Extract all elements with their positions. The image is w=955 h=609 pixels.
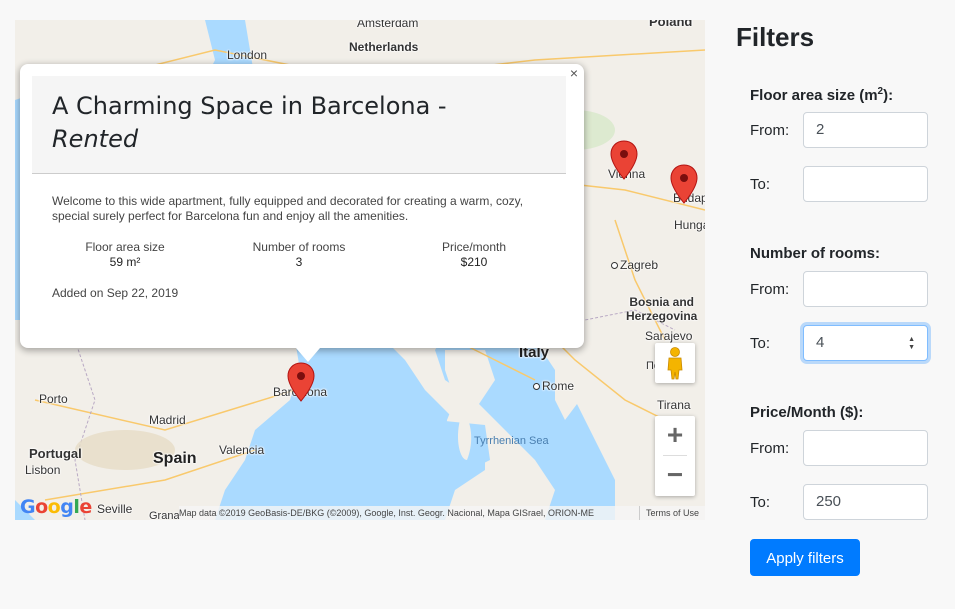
rooms-from-input[interactable] <box>803 271 928 307</box>
label-madrid: Madrid <box>149 413 186 427</box>
rooms-to-input[interactable]: 4 ▲ ▼ <box>803 325 928 361</box>
label-spain: Spain <box>153 450 197 467</box>
stat-value: 59 m² <box>109 255 141 269</box>
label-netherlands: Netherlands <box>349 40 419 54</box>
label-valencia: Valencia <box>219 443 265 457</box>
listing-description: Welcome to this wide apartment, fully eq… <box>52 194 524 223</box>
stat-value: 3 <box>295 255 303 269</box>
label-granada: Grana <box>149 510 180 520</box>
map-pin-budapest[interactable] <box>670 164 698 204</box>
listing-title: A Charming Space in Barcelona - Rented <box>52 90 447 156</box>
map-pin-vienna[interactable] <box>610 140 638 180</box>
label-zagreb: Zagreb <box>611 258 658 272</box>
apply-filters-button[interactable]: Apply filters <box>750 539 860 576</box>
label-bosnia: Bosnia and Herzegovina <box>626 295 698 323</box>
floor-area-to-label: To: <box>750 176 771 193</box>
zoom-control: + − <box>655 416 695 496</box>
street-view-pegman-icon[interactable] <box>655 343 695 383</box>
stat-label: Number of rooms <box>252 240 346 254</box>
label-portugal: Portugal <box>29 446 82 461</box>
filters-title: Filters <box>736 22 815 52</box>
map-pin-barcelona[interactable] <box>287 362 315 402</box>
label-porto: Porto <box>39 392 68 406</box>
floor-area-from-label: From: <box>750 122 790 139</box>
label-sarajevo: Sarajevo <box>645 329 693 343</box>
info-window-header: A Charming Space in Barcelona - Rented <box>32 76 566 174</box>
label-rome: Rome <box>533 379 574 393</box>
stat-label: Floor area size <box>85 240 165 254</box>
price-heading: Price/Month ($): <box>750 404 864 421</box>
price-to-label: To: <box>750 494 771 511</box>
stat-value: $210 <box>460 255 488 269</box>
label-poland: Poland <box>649 20 693 29</box>
zoom-in-button[interactable]: + <box>655 416 695 456</box>
listing-title-text: A Charming Space in Barcelona - <box>52 92 447 120</box>
price-from-input[interactable] <box>803 430 928 466</box>
stat-floor-area: Floor area size 59 m² <box>50 240 200 270</box>
info-window-tail <box>296 348 320 362</box>
google-logo[interactable]: Google <box>20 496 92 518</box>
close-icon[interactable]: × <box>570 65 578 81</box>
label-amsterdam: Amsterdam <box>357 20 419 30</box>
listing-added-date: Added on Sep 22, 2019 <box>52 286 179 300</box>
label-tyrrhenian-sea: Tyrrhenian Sea <box>474 435 549 447</box>
listing-status: Rented <box>52 125 139 153</box>
rooms-from-label: From: <box>750 281 790 298</box>
label-london: London <box>227 48 268 62</box>
floor-area-to-input[interactable] <box>803 166 928 202</box>
zoom-out-button[interactable]: − <box>655 456 695 496</box>
label-tirana: Tirana <box>657 398 691 412</box>
label-hungary: Hunga <box>674 218 705 232</box>
label-seville: Seville <box>97 502 133 516</box>
floor-area-from-input[interactable]: 2 <box>803 112 928 148</box>
rooms-to-value: 4 <box>816 334 825 351</box>
price-from-label: From: <box>750 440 790 457</box>
rooms-heading: Number of rooms: <box>750 245 881 262</box>
attribution-text: Map data ©2019 GeoBasis-DE/BKG (©2009), … <box>179 508 594 518</box>
label-lisbon: Lisbon <box>25 463 61 477</box>
stat-label: Price/month <box>441 240 507 254</box>
info-window: × A Charming Space in Barcelona - Rented … <box>20 64 584 362</box>
rooms-to-label: To: <box>750 335 771 352</box>
number-spinner-icon[interactable]: ▲ ▼ <box>908 336 915 352</box>
floor-area-heading: Floor area size (m2): <box>750 86 894 104</box>
price-to-input[interactable]: 250 <box>803 484 928 520</box>
zoom-divider <box>663 455 687 456</box>
map-attribution: Map data ©2019 GeoBasis-DE/BKG (©2009), … <box>179 506 705 520</box>
terms-of-use-link[interactable]: Terms of Use <box>638 506 699 520</box>
map[interactable]: Amsterdam Netherlands London Poland Vien… <box>15 20 705 520</box>
pegman-icon <box>667 347 683 380</box>
stat-rooms: Number of rooms 3 <box>224 240 374 270</box>
stat-price: Price/month $210 <box>399 240 549 270</box>
